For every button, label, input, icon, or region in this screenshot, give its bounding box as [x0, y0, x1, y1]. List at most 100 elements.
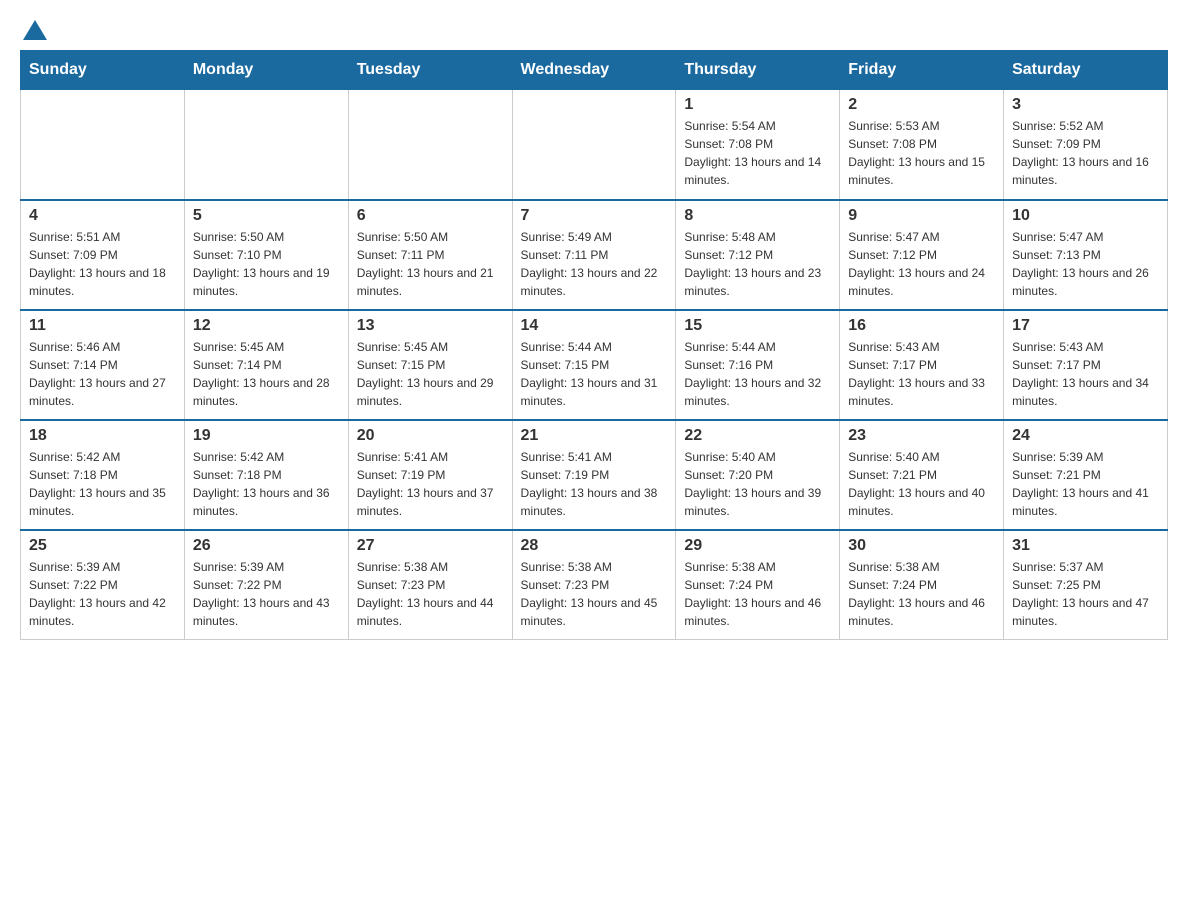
weekday-header-wednesday: Wednesday	[512, 51, 676, 90]
day-number: 28	[521, 537, 668, 555]
day-info: Sunrise: 5:53 AMSunset: 7:08 PMDaylight:…	[848, 119, 985, 187]
day-info: Sunrise: 5:48 AMSunset: 7:12 PMDaylight:…	[684, 230, 821, 298]
day-info: Sunrise: 5:40 AMSunset: 7:20 PMDaylight:…	[684, 450, 821, 518]
weekday-header-sunday: Sunday	[21, 51, 185, 90]
calendar-cell: 10 Sunrise: 5:47 AMSunset: 7:13 PMDaylig…	[1004, 200, 1168, 310]
day-info: Sunrise: 5:38 AMSunset: 7:23 PMDaylight:…	[357, 560, 494, 628]
calendar-cell: 18 Sunrise: 5:42 AMSunset: 7:18 PMDaylig…	[21, 420, 185, 530]
calendar-cell: 11 Sunrise: 5:46 AMSunset: 7:14 PMDaylig…	[21, 310, 185, 420]
day-number: 17	[1012, 317, 1159, 335]
day-info: Sunrise: 5:39 AMSunset: 7:22 PMDaylight:…	[29, 560, 166, 628]
day-info: Sunrise: 5:52 AMSunset: 7:09 PMDaylight:…	[1012, 119, 1149, 187]
calendar-cell: 17 Sunrise: 5:43 AMSunset: 7:17 PMDaylig…	[1004, 310, 1168, 420]
day-number: 27	[357, 537, 504, 555]
day-info: Sunrise: 5:43 AMSunset: 7:17 PMDaylight:…	[1012, 340, 1149, 408]
calendar-week-row: 1 Sunrise: 5:54 AMSunset: 7:08 PMDayligh…	[21, 90, 1168, 200]
calendar-cell: 1 Sunrise: 5:54 AMSunset: 7:08 PMDayligh…	[676, 90, 840, 200]
weekday-header-saturday: Saturday	[1004, 51, 1168, 90]
calendar-cell	[21, 90, 185, 200]
weekday-header-tuesday: Tuesday	[348, 51, 512, 90]
calendar-cell: 26 Sunrise: 5:39 AMSunset: 7:22 PMDaylig…	[184, 530, 348, 640]
day-number: 20	[357, 427, 504, 445]
day-number: 29	[684, 537, 831, 555]
day-info: Sunrise: 5:38 AMSunset: 7:23 PMDaylight:…	[521, 560, 658, 628]
day-info: Sunrise: 5:44 AMSunset: 7:15 PMDaylight:…	[521, 340, 658, 408]
day-info: Sunrise: 5:38 AMSunset: 7:24 PMDaylight:…	[684, 560, 821, 628]
day-info: Sunrise: 5:47 AMSunset: 7:12 PMDaylight:…	[848, 230, 985, 298]
calendar-week-row: 4 Sunrise: 5:51 AMSunset: 7:09 PMDayligh…	[21, 200, 1168, 310]
calendar-cell: 31 Sunrise: 5:37 AMSunset: 7:25 PMDaylig…	[1004, 530, 1168, 640]
calendar-cell	[184, 90, 348, 200]
calendar-cell: 5 Sunrise: 5:50 AMSunset: 7:10 PMDayligh…	[184, 200, 348, 310]
day-number: 11	[29, 317, 176, 335]
calendar-table: SundayMondayTuesdayWednesdayThursdayFrid…	[20, 50, 1168, 640]
calendar-cell: 9 Sunrise: 5:47 AMSunset: 7:12 PMDayligh…	[840, 200, 1004, 310]
day-number: 14	[521, 317, 668, 335]
calendar-cell: 21 Sunrise: 5:41 AMSunset: 7:19 PMDaylig…	[512, 420, 676, 530]
calendar-cell: 28 Sunrise: 5:38 AMSunset: 7:23 PMDaylig…	[512, 530, 676, 640]
day-number: 24	[1012, 427, 1159, 445]
calendar-week-row: 25 Sunrise: 5:39 AMSunset: 7:22 PMDaylig…	[21, 530, 1168, 640]
calendar-header-row: SundayMondayTuesdayWednesdayThursdayFrid…	[21, 51, 1168, 90]
day-info: Sunrise: 5:37 AMSunset: 7:25 PMDaylight:…	[1012, 560, 1149, 628]
calendar-cell: 20 Sunrise: 5:41 AMSunset: 7:19 PMDaylig…	[348, 420, 512, 530]
day-info: Sunrise: 5:42 AMSunset: 7:18 PMDaylight:…	[193, 450, 330, 518]
page-header	[20, 20, 1168, 40]
calendar-cell: 14 Sunrise: 5:44 AMSunset: 7:15 PMDaylig…	[512, 310, 676, 420]
day-info: Sunrise: 5:39 AMSunset: 7:21 PMDaylight:…	[1012, 450, 1149, 518]
day-info: Sunrise: 5:44 AMSunset: 7:16 PMDaylight:…	[684, 340, 821, 408]
calendar-cell: 8 Sunrise: 5:48 AMSunset: 7:12 PMDayligh…	[676, 200, 840, 310]
day-info: Sunrise: 5:38 AMSunset: 7:24 PMDaylight:…	[848, 560, 985, 628]
calendar-cell: 27 Sunrise: 5:38 AMSunset: 7:23 PMDaylig…	[348, 530, 512, 640]
day-number: 9	[848, 207, 995, 225]
day-number: 3	[1012, 96, 1159, 114]
day-number: 31	[1012, 537, 1159, 555]
day-number: 26	[193, 537, 340, 555]
calendar-cell: 22 Sunrise: 5:40 AMSunset: 7:20 PMDaylig…	[676, 420, 840, 530]
calendar-cell: 6 Sunrise: 5:50 AMSunset: 7:11 PMDayligh…	[348, 200, 512, 310]
day-number: 22	[684, 427, 831, 445]
day-number: 10	[1012, 207, 1159, 225]
day-number: 13	[357, 317, 504, 335]
day-info: Sunrise: 5:50 AMSunset: 7:11 PMDaylight:…	[357, 230, 494, 298]
day-info: Sunrise: 5:42 AMSunset: 7:18 PMDaylight:…	[29, 450, 166, 518]
day-number: 2	[848, 96, 995, 114]
calendar-cell: 30 Sunrise: 5:38 AMSunset: 7:24 PMDaylig…	[840, 530, 1004, 640]
day-info: Sunrise: 5:41 AMSunset: 7:19 PMDaylight:…	[357, 450, 494, 518]
calendar-cell: 24 Sunrise: 5:39 AMSunset: 7:21 PMDaylig…	[1004, 420, 1168, 530]
calendar-week-row: 11 Sunrise: 5:46 AMSunset: 7:14 PMDaylig…	[21, 310, 1168, 420]
weekday-header-friday: Friday	[840, 51, 1004, 90]
calendar-cell: 23 Sunrise: 5:40 AMSunset: 7:21 PMDaylig…	[840, 420, 1004, 530]
day-number: 19	[193, 427, 340, 445]
calendar-cell: 16 Sunrise: 5:43 AMSunset: 7:17 PMDaylig…	[840, 310, 1004, 420]
weekday-header-monday: Monday	[184, 51, 348, 90]
calendar-cell	[348, 90, 512, 200]
logo	[20, 20, 47, 40]
day-info: Sunrise: 5:41 AMSunset: 7:19 PMDaylight:…	[521, 450, 658, 518]
day-number: 21	[521, 427, 668, 445]
day-info: Sunrise: 5:45 AMSunset: 7:15 PMDaylight:…	[357, 340, 494, 408]
day-number: 5	[193, 207, 340, 225]
day-number: 6	[357, 207, 504, 225]
day-info: Sunrise: 5:54 AMSunset: 7:08 PMDaylight:…	[684, 119, 821, 187]
day-number: 4	[29, 207, 176, 225]
day-number: 1	[684, 96, 831, 114]
day-info: Sunrise: 5:43 AMSunset: 7:17 PMDaylight:…	[848, 340, 985, 408]
day-info: Sunrise: 5:39 AMSunset: 7:22 PMDaylight:…	[193, 560, 330, 628]
calendar-week-row: 18 Sunrise: 5:42 AMSunset: 7:18 PMDaylig…	[21, 420, 1168, 530]
calendar-cell	[512, 90, 676, 200]
day-info: Sunrise: 5:47 AMSunset: 7:13 PMDaylight:…	[1012, 230, 1149, 298]
day-number: 8	[684, 207, 831, 225]
logo-triangle-icon	[23, 20, 47, 40]
day-info: Sunrise: 5:50 AMSunset: 7:10 PMDaylight:…	[193, 230, 330, 298]
calendar-cell: 3 Sunrise: 5:52 AMSunset: 7:09 PMDayligh…	[1004, 90, 1168, 200]
day-number: 12	[193, 317, 340, 335]
day-info: Sunrise: 5:45 AMSunset: 7:14 PMDaylight:…	[193, 340, 330, 408]
calendar-cell: 25 Sunrise: 5:39 AMSunset: 7:22 PMDaylig…	[21, 530, 185, 640]
calendar-cell: 12 Sunrise: 5:45 AMSunset: 7:14 PMDaylig…	[184, 310, 348, 420]
calendar-cell: 2 Sunrise: 5:53 AMSunset: 7:08 PMDayligh…	[840, 90, 1004, 200]
day-info: Sunrise: 5:51 AMSunset: 7:09 PMDaylight:…	[29, 230, 166, 298]
calendar-cell: 15 Sunrise: 5:44 AMSunset: 7:16 PMDaylig…	[676, 310, 840, 420]
day-number: 15	[684, 317, 831, 335]
day-number: 23	[848, 427, 995, 445]
